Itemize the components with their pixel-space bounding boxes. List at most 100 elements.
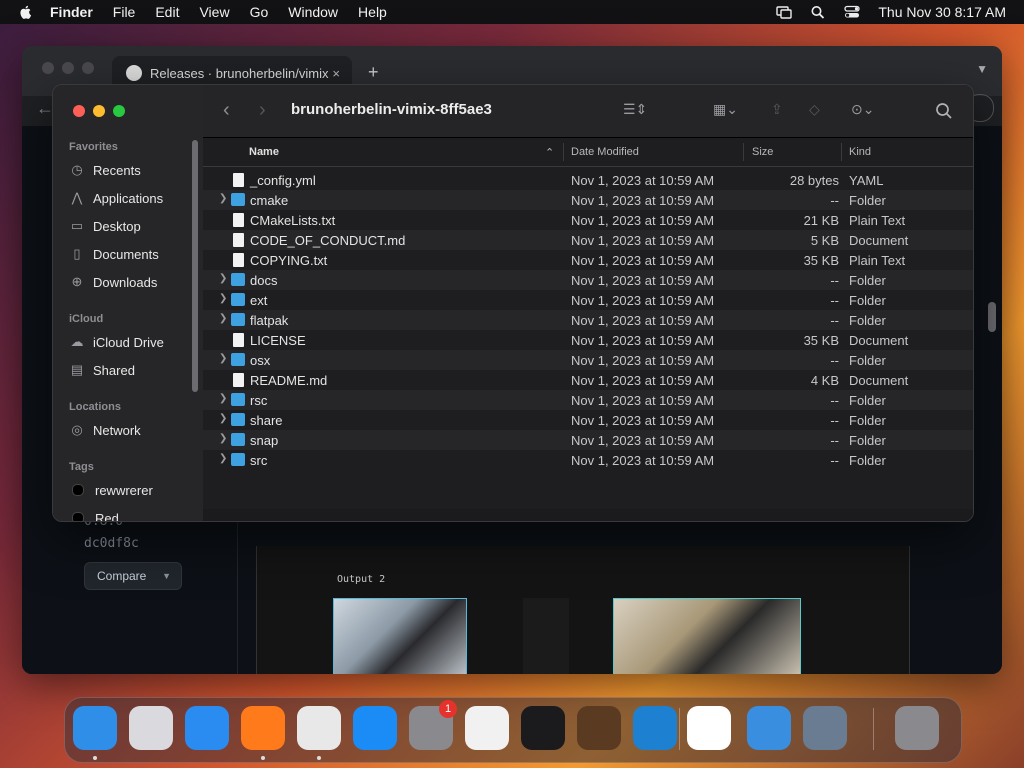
disclosure-chevron-icon[interactable]: ❯ bbox=[219, 413, 227, 424]
window-zoom-button[interactable] bbox=[113, 105, 125, 117]
sidebar-item-tag-red[interactable]: Red bbox=[69, 508, 119, 521]
disclosure-chevron-icon[interactable]: ❯ bbox=[219, 453, 227, 464]
globe-icon: ◎ bbox=[71, 422, 83, 437]
menu-go[interactable]: Go bbox=[250, 4, 269, 20]
window-minimize-button[interactable] bbox=[93, 105, 105, 117]
disclosure-chevron-icon[interactable]: ❯ bbox=[219, 293, 227, 304]
column-divider[interactable] bbox=[841, 143, 842, 161]
column-header-date[interactable]: Date Modified bbox=[571, 146, 639, 158]
sidebar-item-applications[interactable]: ⋀ Applications bbox=[69, 188, 163, 208]
dock-visual-studio-icon[interactable] bbox=[687, 706, 731, 750]
disclosure-chevron-icon[interactable]: ❯ bbox=[219, 313, 227, 324]
screenshot-output-label: Output 2 bbox=[337, 574, 386, 585]
sidebar-section-favorites: Favorites bbox=[69, 141, 118, 153]
table-row[interactable]: ❯ docs Nov 1, 2023 at 10:59 AM -- Folder bbox=[203, 270, 973, 290]
compare-button[interactable]: Compare ▼ bbox=[84, 562, 182, 590]
menu-app-finder[interactable]: Finder bbox=[50, 4, 93, 20]
menu-window[interactable]: Window bbox=[288, 4, 338, 20]
list-view-icon[interactable]: ☰⇕ bbox=[623, 101, 647, 118]
dock-finder-icon[interactable] bbox=[73, 706, 117, 750]
column-header-kind[interactable]: Kind bbox=[849, 146, 871, 158]
sidebar-item-documents[interactable]: ▯ Documents bbox=[69, 244, 158, 264]
dock-textedit-icon[interactable] bbox=[465, 706, 509, 750]
apple-icon[interactable] bbox=[18, 4, 34, 20]
dock-firefox-icon[interactable] bbox=[241, 706, 285, 750]
folder-icon bbox=[231, 413, 245, 426]
search-icon[interactable] bbox=[935, 102, 953, 120]
disclosure-chevron-icon[interactable]: ❯ bbox=[219, 433, 227, 444]
dock-xcode-sim-icon[interactable] bbox=[803, 706, 847, 750]
share-icon[interactable]: ⇪ bbox=[771, 101, 783, 118]
browser-close-dot[interactable] bbox=[42, 62, 54, 74]
dock-vscode-icon[interactable] bbox=[633, 706, 677, 750]
spotlight-search-icon[interactable] bbox=[810, 5, 826, 19]
file-size: 5 KB bbox=[810, 233, 839, 248]
tab-search-chevron-icon[interactable]: ▼ bbox=[976, 62, 988, 76]
column-divider[interactable] bbox=[743, 143, 744, 161]
new-tab-button[interactable]: + bbox=[368, 62, 379, 83]
dock-terminal-icon[interactable] bbox=[521, 706, 565, 750]
disclosure-chevron-icon[interactable]: ❯ bbox=[219, 393, 227, 404]
running-indicator bbox=[93, 756, 97, 760]
dock-system-settings-icon[interactable]: 1 bbox=[409, 700, 457, 750]
tag-icon[interactable]: ◇ bbox=[809, 101, 820, 118]
tab-close-icon[interactable]: × bbox=[332, 66, 340, 81]
column-divider[interactable] bbox=[563, 143, 564, 161]
table-row[interactable]: ❯ ext Nov 1, 2023 at 10:59 AM -- Folder bbox=[203, 290, 973, 310]
table-row[interactable]: ❯ rsc Nov 1, 2023 at 10:59 AM -- Folder bbox=[203, 390, 973, 410]
sidebar-item-tag-rewwrerer[interactable]: rewwrerer bbox=[69, 480, 153, 500]
menu-edit[interactable]: Edit bbox=[155, 4, 179, 20]
window-close-button[interactable] bbox=[73, 105, 85, 117]
table-row[interactable]: ❯ src Nov 1, 2023 at 10:59 AM -- Folder bbox=[203, 450, 973, 470]
column-header-size[interactable]: Size bbox=[752, 146, 773, 158]
menu-view[interactable]: View bbox=[199, 4, 229, 20]
dock-launchpad-icon[interactable] bbox=[129, 706, 173, 750]
more-actions-icon[interactable]: ⊙⌄ bbox=[851, 101, 874, 118]
screen-mirroring-icon[interactable] bbox=[776, 5, 793, 19]
table-row[interactable]: COPYING.txt Nov 1, 2023 at 10:59 AM 35 KB P… bbox=[203, 250, 973, 270]
sidebar-item-shared[interactable]: ▤ Shared bbox=[69, 360, 135, 380]
table-row[interactable]: ❯ osx Nov 1, 2023 at 10:59 AM -- Folder bbox=[203, 350, 973, 370]
control-center-icon[interactable] bbox=[844, 5, 861, 19]
sidebar-item-recents[interactable]: ◷ Recents bbox=[69, 160, 140, 180]
dock-garageband-icon[interactable] bbox=[577, 706, 621, 750]
table-row[interactable]: ❯ snap Nov 1, 2023 at 10:59 AM -- Folder bbox=[203, 430, 973, 450]
back-chevron-icon[interactable]: ‹ bbox=[223, 99, 230, 122]
table-row[interactable]: ❯ cmake Nov 1, 2023 at 10:59 AM -- Folder bbox=[203, 190, 973, 210]
sidebar-scrollbar[interactable] bbox=[192, 140, 198, 392]
clock-icon: ◷ bbox=[71, 162, 83, 177]
menu-help[interactable]: Help bbox=[358, 4, 387, 20]
table-row[interactable]: _config.yml Nov 1, 2023 at 10:59 AM 28 byt… bbox=[203, 170, 973, 190]
table-row[interactable]: CMakeLists.txt Nov 1, 2023 at 10:59 AM 21 … bbox=[203, 210, 973, 230]
table-row[interactable]: ❯ flatpak Nov 1, 2023 at 10:59 AM -- Folder bbox=[203, 310, 973, 330]
table-row[interactable]: LICENSE Nov 1, 2023 at 10:59 AM 35 KB Docum… bbox=[203, 330, 973, 350]
table-row[interactable]: README.md Nov 1, 2023 at 10:59 AM 4 KB Docu… bbox=[203, 370, 973, 390]
dock-safari-icon[interactable] bbox=[185, 706, 229, 750]
dock-weather-icon[interactable] bbox=[747, 706, 791, 750]
sidebar-item-network[interactable]: ◎ Network bbox=[69, 420, 140, 440]
dock-app-store-icon[interactable] bbox=[353, 706, 397, 750]
release-commit[interactable]: dc0df8c bbox=[84, 536, 139, 551]
menu-clock[interactable]: Thu Nov 30 8:17 AM bbox=[878, 4, 1006, 20]
group-icon[interactable]: ▦⌄ bbox=[713, 101, 738, 118]
browser-minimize-dot[interactable] bbox=[62, 62, 74, 74]
sidebar-item-downloads[interactable]: ⊕ Downloads bbox=[69, 272, 158, 292]
disclosure-chevron-icon[interactable]: ❯ bbox=[219, 193, 227, 204]
menu-file[interactable]: File bbox=[113, 4, 136, 20]
file-size: 4 KB bbox=[810, 373, 839, 388]
horizontal-scrollbar[interactable] bbox=[203, 509, 973, 521]
disclosure-chevron-icon[interactable]: ❯ bbox=[219, 273, 227, 284]
dock-chrome-icon[interactable] bbox=[297, 706, 341, 750]
browser-scrollbar[interactable] bbox=[988, 302, 996, 332]
table-row[interactable]: ❯ share Nov 1, 2023 at 10:59 AM -- Folder bbox=[203, 410, 973, 430]
sidebar-item-desktop[interactable]: ▭ Desktop bbox=[69, 216, 141, 236]
disclosure-chevron-icon[interactable]: ❯ bbox=[219, 353, 227, 364]
sidebar-item-icloud-drive[interactable]: ☁ iCloud Drive bbox=[69, 332, 164, 352]
table-row[interactable]: CODE_OF_CONDUCT.md Nov 1, 2023 at 10:59 A… bbox=[203, 230, 973, 250]
column-header-name[interactable]: Name bbox=[249, 146, 279, 158]
dock-trash-icon[interactable] bbox=[895, 706, 939, 750]
sort-ascending-icon[interactable]: ⌃ bbox=[545, 146, 554, 159]
forward-chevron-icon[interactable]: › bbox=[259, 99, 266, 122]
file-kind: Folder bbox=[849, 453, 886, 468]
browser-zoom-dot[interactable] bbox=[82, 62, 94, 74]
